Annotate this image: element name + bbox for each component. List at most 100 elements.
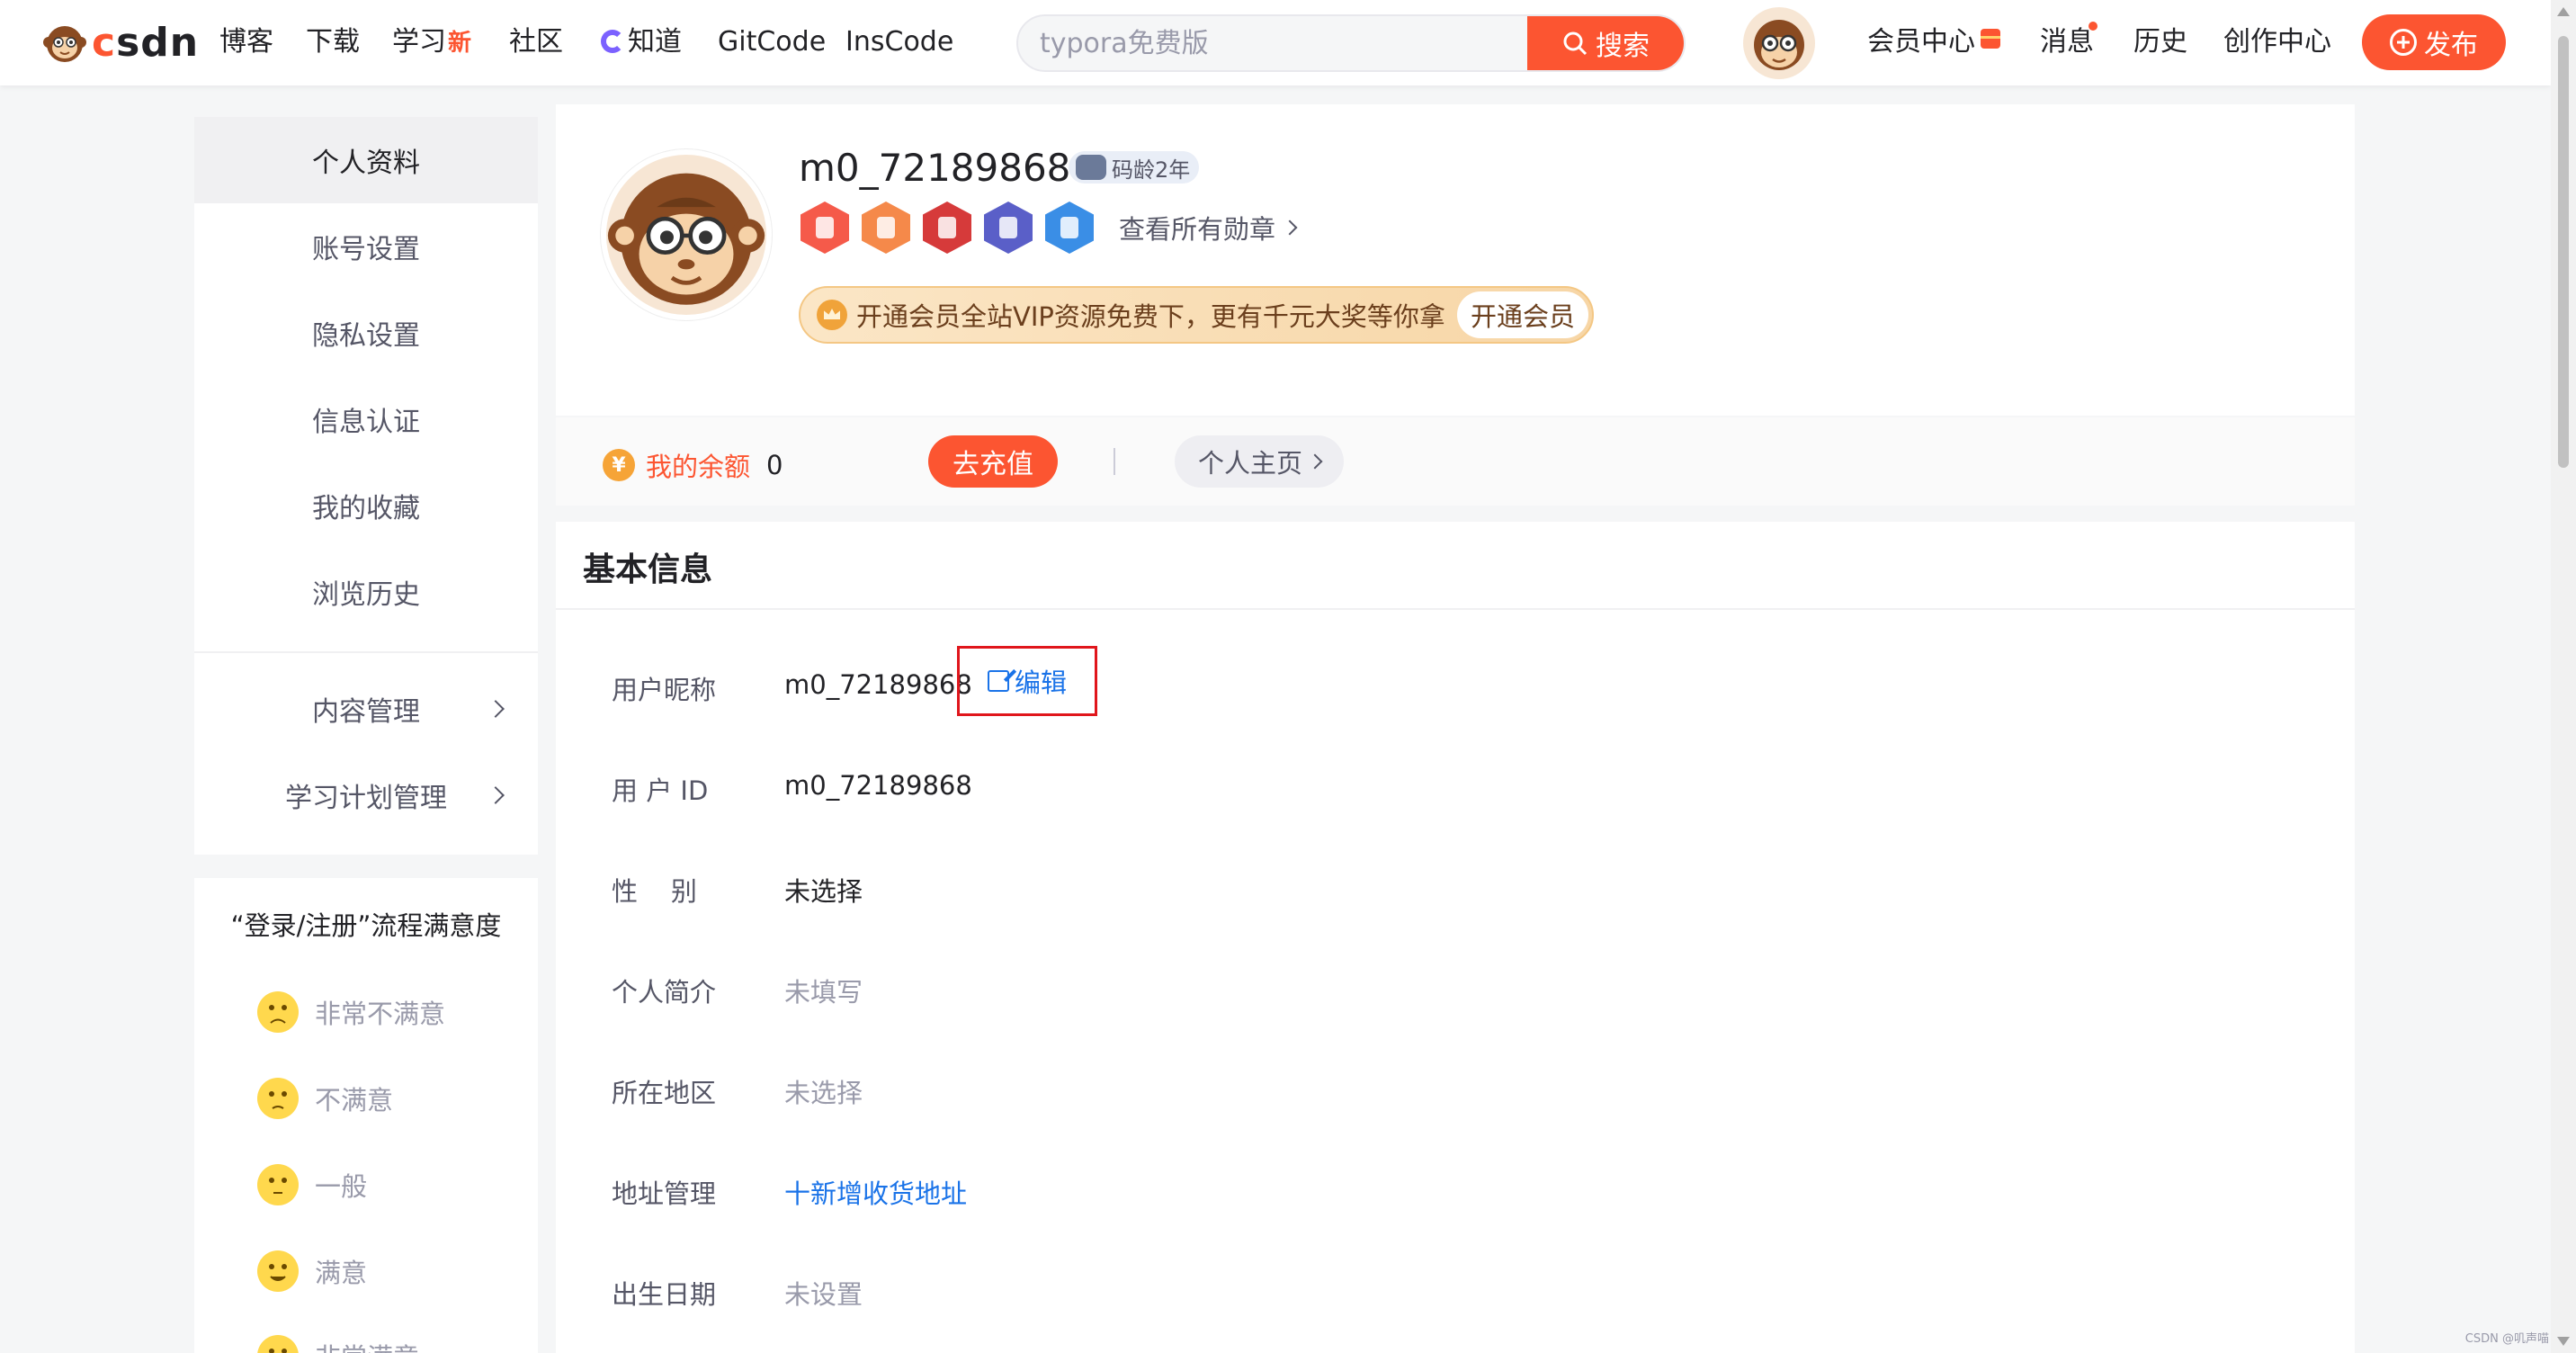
survey-option-very-satisfied[interactable]: 非常满意 [257,1335,419,1353]
smile-face-icon [257,1250,299,1292]
vip-promo-text: 开通会员全站VIP资源免费下，更有千元大奖等你拿 [856,301,1445,332]
sidebar-item-favorites[interactable]: 我的收藏 [194,462,538,549]
code-age-label: 码龄2年 [1112,157,1191,183]
address-label: 地址管理 [612,1178,717,1209]
survey-option-label: 不满意 [315,1085,394,1116]
monkey-avatar-icon [1754,20,1804,70]
strip-divider [1114,448,1115,475]
survey-option-dissatisfied[interactable]: 不满意 [257,1078,393,1119]
open-vip-button[interactable]: 开通会员 [1457,291,1588,338]
zhidao-icon [601,30,624,53]
survey-option-label: 一般 [315,1171,368,1202]
settings-sidebar: 个人资料 账号设置 隐私设置 信息认证 我的收藏 浏览历史 内容管理 学习计划管… [194,117,538,855]
survey-option-neutral[interactable]: 一般 [257,1164,367,1205]
gift-icon [1981,29,2000,49]
survey-option-label: 非常不满意 [315,999,446,1029]
view-all-medals-link[interactable]: 查看所有勋章 [1119,209,1298,246]
profile-card: m0_72189868 码龄2年 查看所有勋章 开通会员全站VIP资源免费下，更… [556,104,2355,506]
vip-promo-bar: 开通会员全站VIP资源免费下，更有千元大奖等你拿 开通会员 [799,286,1594,344]
info-divider [556,608,2355,610]
survey-option-very-dissatisfied[interactable]: 非常不满意 [257,991,445,1033]
user-id-value: m0_72189868 [784,770,972,801]
code-age-badge: 码龄2年 [1069,151,1200,184]
survey-option-label: 非常满意 [315,1337,419,1353]
basic-info-title: 基本信息 [583,551,713,588]
survey-title: “登录/注册”流程满意度 [230,910,502,941]
chevron-right-icon [487,700,505,718]
balance-label[interactable]: 我的余额 [646,446,750,484]
survey-option-satisfied[interactable]: 满意 [257,1250,367,1292]
nav-learn[interactable]: 学习新 [392,23,471,62]
nav-download[interactable]: 下载 [306,23,360,61]
nav-community[interactable]: 社区 [509,23,563,61]
nav-messages[interactable]: 消息 [2040,23,2094,61]
scroll-down-arrow-icon[interactable] [2557,1337,2570,1346]
search-input[interactable] [1018,16,1531,70]
nav-member-center[interactable]: 会员中心 [1867,23,2000,61]
bio-label: 个人简介 [612,977,717,1008]
yen-coin-icon: ¥ [603,449,635,481]
sidebar-divider [194,651,538,653]
bio-value: 未填写 [784,977,863,1008]
scroll-up-arrow-icon[interactable] [2557,7,2570,16]
search-bar: 搜索 [1016,14,1686,72]
sidebar-item-study-plan[interactable]: 学习计划管理 [194,752,538,838]
publish-label: 发布 [2424,30,2478,61]
profile-avatar[interactable] [601,149,772,320]
nickname-value: m0_72189868 [784,669,972,700]
nav-creation-center[interactable]: 创作中心 [2223,23,2331,61]
sidebar-item-account[interactable]: 账号设置 [194,203,538,290]
region-value: 未选择 [784,1078,863,1108]
sidebar-item-verification[interactable]: 信息认证 [194,376,538,462]
sidebar-item-browse-history[interactable]: 浏览历史 [194,549,538,635]
edit-nickname-link[interactable]: 编辑 [1015,662,1067,700]
sidebar-item-content-management[interactable]: 内容管理 [194,666,538,752]
watermark: CSDN @叽声喵 [2464,1332,2549,1346]
birthday-value: 未设置 [784,1279,863,1310]
top-nav: csdn 博客 下载 学习新 社区 知道 GitCode InsCode 搜索 … [0,0,2551,85]
medal-2-icon[interactable] [862,202,910,254]
nav-inscode[interactable]: InsCode [845,23,953,61]
edit-highlight-box: 编辑 [957,646,1097,716]
personal-homepage-button[interactable]: 个人主页 [1175,435,1344,488]
edit-icon[interactable] [987,670,1009,692]
sidebar-item-profile[interactable]: 个人资料 [194,117,538,203]
user-avatar[interactable] [1743,7,1815,79]
monkey-logo-icon [43,26,86,62]
monkey-avatar-icon [607,173,765,305]
message-dot [2089,22,2097,31]
nav-zhidao[interactable]: 知道 [601,23,682,61]
basic-info-card: 基本信息 用户昵称 m0_72189868 编辑 用 户 ID m0_72189… [556,522,2355,1353]
satisfaction-survey: “登录/注册”流程满意度 非常不满意 不满意 一般 满意 非常满意 [194,878,538,1353]
neutral-face-icon [257,1164,299,1205]
recharge-button[interactable]: 去充值 [928,435,1058,488]
plus-circle-icon [2390,29,2417,56]
chevron-right-icon [1282,220,1298,236]
medal-3-icon[interactable] [923,202,971,254]
grin-face-icon [257,1335,299,1353]
medal-4-icon[interactable] [984,202,1033,254]
nickname-label: 用户昵称 [612,675,717,705]
add-address-link[interactable]: 十新增收货地址 [784,1173,967,1211]
angry-face-icon [257,991,299,1033]
publish-button[interactable]: 发布 [2362,14,2506,70]
homepage-label: 个人主页 [1197,448,1302,479]
chevron-right-icon [487,786,505,804]
csdn-logo[interactable]: csdn [43,19,200,66]
logo-text: csdn [92,19,200,66]
sidebar-item-privacy[interactable]: 隐私设置 [194,290,538,376]
nav-gitcode[interactable]: GitCode [718,23,826,61]
nav-learn-label: 学习 [392,26,446,58]
frown-face-icon [257,1078,299,1119]
birthday-label: 出生日期 [612,1279,717,1310]
balance-info: ¥ 我的余额 0 [603,446,783,484]
scroll-thumb[interactable] [2558,36,2569,468]
medal-5-icon[interactable] [1045,202,1094,254]
medal-1-icon[interactable] [801,202,849,254]
page-scrollbar[interactable] [2551,0,2576,1353]
nav-blog[interactable]: 博客 [219,23,273,61]
search-button[interactable]: 搜索 [1527,16,1684,70]
gender-label: 性 别 [612,876,697,907]
nav-zhidao-label: 知道 [628,26,682,58]
nav-history[interactable]: 历史 [2133,23,2187,61]
